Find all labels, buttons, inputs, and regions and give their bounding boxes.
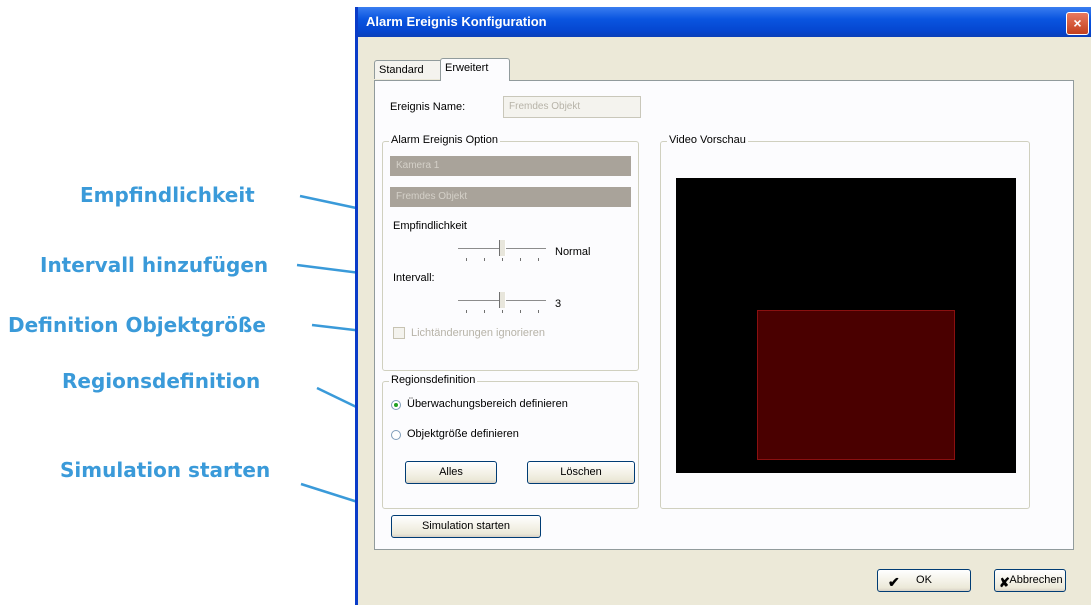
radio-monitor-area-label: Überwachungsbereich definieren xyxy=(407,398,568,410)
cancel-button[interactable]: ✘ Abbrechen xyxy=(994,569,1066,592)
window-title: Alarm Ereignis Konfiguration xyxy=(366,14,547,29)
detection-region[interactable] xyxy=(757,310,955,460)
alarm-option-group-label: Alarm Ereignis Option xyxy=(389,134,500,146)
sensitivity-slider[interactable] xyxy=(458,238,546,264)
tab-standard[interactable]: Standard xyxy=(374,60,444,79)
ignore-light-label: Lichtänderungen ignorieren xyxy=(411,327,545,339)
camera-field: Kamera 1 xyxy=(390,156,631,176)
event-type-field: Fremdes Objekt xyxy=(390,187,631,207)
interval-slider-thumb[interactable] xyxy=(499,292,506,308)
region-group: Regionsdefinition Überwachungsbereich de… xyxy=(382,374,639,509)
check-icon: ✔ xyxy=(888,574,900,590)
interval-value: 3 xyxy=(555,298,562,310)
tab-panel-erweitert: Ereignis Name: Fremdes Objekt Alarm Erei… xyxy=(374,80,1074,550)
dialog-client: Standard Erweitert Ereignis Name: Fremde… xyxy=(358,37,1091,605)
all-button[interactable]: Alles xyxy=(405,461,497,484)
radio-object-size-label: Objektgröße definieren xyxy=(407,428,519,440)
annotation-empfindlichkeit: Empfindlichkeit xyxy=(80,183,255,207)
tab-erweitert[interactable]: Erweitert xyxy=(440,58,510,81)
sensitivity-value: Normal xyxy=(555,246,591,258)
radio-object-size[interactable] xyxy=(391,430,401,440)
annotation-regionsdefinition: Regionsdefinition xyxy=(62,369,261,393)
radio-monitor-area[interactable] xyxy=(391,400,401,410)
interval-label: Intervall: xyxy=(393,272,435,284)
alarm-option-group: Alarm Ereignis Option Kamera 1 Fremdes O… xyxy=(382,134,639,371)
title-bar[interactable]: Alarm Ereignis Konfiguration × xyxy=(358,7,1091,37)
ignore-light-checkbox[interactable] xyxy=(393,327,405,339)
ok-button[interactable]: ✔ OK xyxy=(877,569,971,592)
sensitivity-label: Empfindlichkeit xyxy=(393,220,467,232)
annotation-objektgroesse: Definition Objektgröße xyxy=(8,313,266,337)
annotation-simulation: Simulation starten xyxy=(60,458,271,482)
video-preview-label: Video Vorschau xyxy=(667,134,748,146)
sensitivity-slider-thumb[interactable] xyxy=(499,240,506,256)
simulate-button[interactable]: Simulation starten xyxy=(391,515,541,538)
event-name-label: Ereignis Name: xyxy=(390,101,466,113)
delete-button[interactable]: Löschen xyxy=(527,461,635,484)
alarm-config-dialog: Alarm Ereignis Konfiguration × Standard … xyxy=(355,7,1091,605)
annotation-intervall: Intervall hinzufügen xyxy=(40,253,269,277)
region-group-label: Regionsdefinition xyxy=(389,374,478,386)
close-button[interactable]: × xyxy=(1066,12,1089,35)
interval-slider[interactable] xyxy=(458,290,546,316)
video-preview[interactable] xyxy=(676,178,1016,473)
event-name-field[interactable]: Fremdes Objekt xyxy=(503,96,641,118)
video-preview-group: Video Vorschau xyxy=(660,134,1030,509)
ok-button-label: OK xyxy=(916,574,932,586)
cross-icon: ✘ xyxy=(999,575,1010,590)
